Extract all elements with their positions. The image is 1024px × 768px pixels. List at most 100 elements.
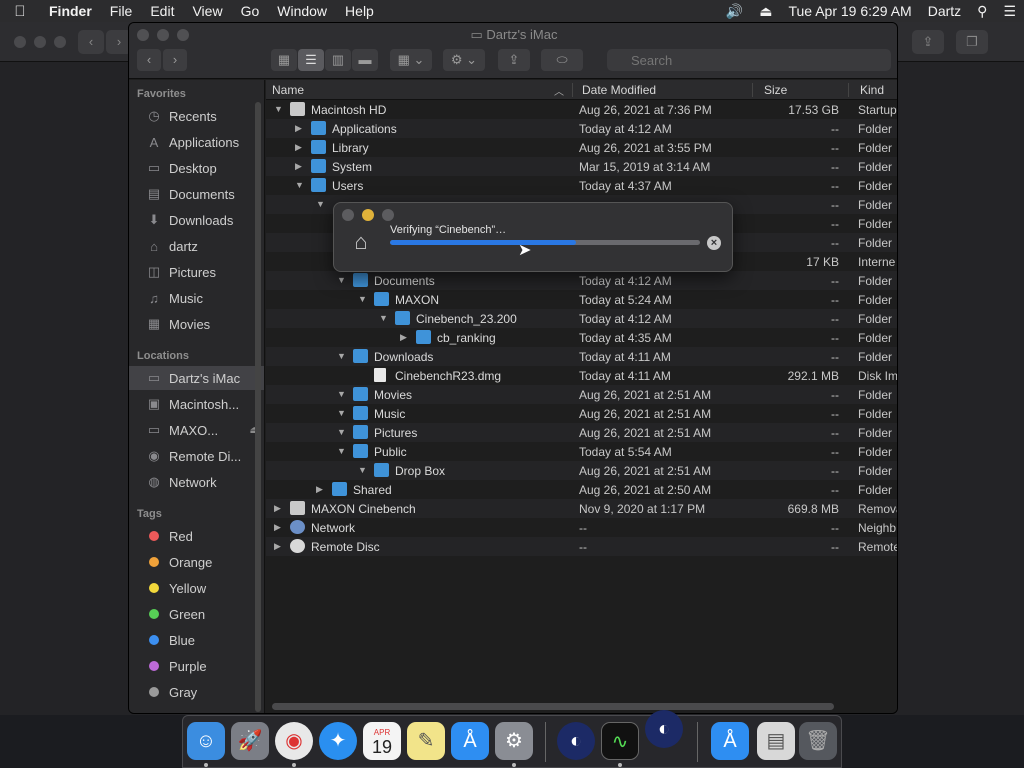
table-row[interactable]: ▼ Cinebench_23.200 Today at 4:12 AM -- Folde… [266,309,897,328]
sidebar-item-desktop[interactable]: ▭ Desktop [129,156,264,180]
disclosure-open-icon[interactable]: ▼ [337,275,346,285]
back-button[interactable]: ‹ [137,49,161,71]
table-row[interactable]: ▼ MAXON Today at 5:24 AM -- Folder [266,290,897,309]
tags-button[interactable]: ⬭ [541,49,583,71]
table-row[interactable]: ▼ Movies Aug 26, 2021 at 2:51 AM -- Folder [266,385,897,404]
sort-chevron-icon[interactable]: ︿ [554,83,564,98]
safari-dock-icon[interactable]: ✦ [319,722,357,760]
disclosure-open-icon[interactable]: ▼ [274,104,283,114]
dialog-zoom-button[interactable] [382,209,394,221]
disclosure-closed-icon[interactable]: ▶ [274,503,281,514]
sidebar-tag-purple[interactable]: Purple [129,654,264,678]
horizontal-scrollbar[interactable] [272,703,834,710]
sidebar-item-remote-disc[interactable]: ◉ Remote Di... [129,444,264,468]
disclosure-open-icon[interactable]: ▼ [337,408,346,418]
table-row[interactable]: ▼ Public Today at 5:54 AM -- Folder [266,442,897,461]
sidebar-tag-yellow[interactable]: Yellow [129,576,264,600]
column-size-header[interactable]: Size [764,83,787,97]
table-row[interactable]: ▶ System Mar 15, 2019 at 3:14 AM -- Folder [266,157,897,176]
sidebar-tag-red[interactable]: Red [129,524,264,548]
table-row[interactable]: ▼ Downloads Today at 4:11 AM -- Folder [266,347,897,366]
action-button[interactable]: ⚙ ⌄ [443,49,485,71]
document-dock-icon[interactable]: ▤ [757,722,795,760]
disclosure-closed-icon[interactable]: ▶ [295,142,302,153]
sidebar-item-documents[interactable]: ▤ Documents [129,182,264,206]
table-row[interactable]: ▶ MAXON Cinebench Nov 9, 2020 at 1:17 PM 66… [266,499,897,518]
stop-verification-icon[interactable]: × [707,236,721,250]
sidebar-item-music[interactable]: ♫ Music [129,286,264,310]
sidebar-item-home[interactable]: ⌂ dartz [129,234,264,258]
menu-window[interactable]: Window [268,3,336,19]
sidebar-item-network[interactable]: ◍ Network [129,470,264,494]
menu-finder[interactable]: Finder [40,3,101,19]
disclosure-open-icon[interactable]: ▼ [358,294,367,304]
bg-zoom-button[interactable] [54,36,66,48]
bg-back-button[interactable]: ‹ [78,30,104,54]
chrome-dock-icon[interactable]: ◉ [275,722,313,760]
group-button[interactable]: ▦ ⌄ [390,49,432,71]
disclosure-open-icon[interactable]: ▼ [337,446,346,456]
disclosure-open-icon[interactable]: ▼ [316,199,325,209]
sidebar-item-applications[interactable]: A Applications [129,130,264,154]
table-row[interactable]: ▶ cb_ranking Today at 4:35 AM -- Folder [266,328,897,347]
trash-dock-icon[interactable]: 🗑 [799,722,837,760]
table-row[interactable]: ▼ Users Today at 4:37 AM -- Folder [266,176,897,195]
table-row[interactable]: CinebenchR23.dmg Today at 4:11 AM 292.1 MB… [266,366,897,385]
disclosure-open-icon[interactable]: ▼ [358,465,367,475]
bg-close-button[interactable] [14,36,26,48]
cinebench-launching-dock-icon[interactable]: ◐ [645,710,683,748]
system-preferences-dock-icon[interactable]: ⚙ [495,722,533,760]
sidebar-tag-gray[interactable]: Gray [129,680,264,704]
calendar-dock-icon[interactable]: APR 19 [363,722,401,760]
volume-icon[interactable]: 🔊 [718,3,751,20]
disclosure-closed-icon[interactable]: ▶ [295,161,302,172]
dialog-close-button[interactable] [342,209,354,221]
notes-dock-icon[interactable]: ✎ [407,722,445,760]
menu-file[interactable]: File [101,3,142,19]
menu-edit[interactable]: Edit [141,3,183,19]
sidebar-item-pictures[interactable]: ◫ Pictures [129,260,264,284]
table-row[interactable]: ▶ Remote Disc -- -- Remote [266,537,897,556]
bg-tabs-button[interactable]: ❐ [956,30,988,54]
cinebench-dock-icon[interactable]: ◐ [557,722,595,760]
disclosure-closed-icon[interactable]: ▶ [274,541,281,552]
sidebar-tag-orange[interactable]: Orange [129,550,264,574]
user-menu[interactable]: Dartz [920,3,969,19]
disclosure-open-icon[interactable]: ▼ [337,389,346,399]
disclosure-closed-icon[interactable]: ▶ [295,123,302,134]
apple-menu-icon[interactable]:  [0,3,40,20]
disclosure-open-icon[interactable]: ▼ [337,351,346,361]
menu-view[interactable]: View [183,3,231,19]
column-view-button[interactable]: ▥ [325,49,351,71]
column-date-header[interactable]: Date Modified [582,83,656,97]
table-row[interactable]: ▼ Macintosh HD Aug 26, 2021 at 7:36 PM 17.5… [266,100,897,119]
table-row[interactable]: ▼ Music Aug 26, 2021 at 2:51 AM -- Folder [266,404,897,423]
forward-button[interactable]: › [163,49,187,71]
sidebar-item-imac[interactable]: ▭ Dartz's iMac [129,366,264,390]
table-row[interactable]: ▶ Library Aug 26, 2021 at 3:55 PM -- Folder [266,138,897,157]
sidebar-item-maxon-volume[interactable]: ▭MAXO...⏏ [129,418,264,442]
bg-minimize-button[interactable] [34,36,46,48]
dialog-minimize-button[interactable] [362,209,374,221]
disclosure-open-icon[interactable]: ▼ [337,427,346,437]
table-row[interactable]: ▶ Network -- -- Neighb [266,518,897,537]
disclosure-closed-icon[interactable]: ▶ [316,484,323,495]
spotlight-icon[interactable]: ⚲ [969,3,995,20]
table-row[interactable]: ▼ Pictures Aug 26, 2021 at 2:51 AM -- Folder [266,423,897,442]
column-divider[interactable] [848,83,849,97]
column-divider[interactable] [752,83,753,97]
menu-go[interactable]: Go [232,3,269,19]
disclosure-closed-icon[interactable]: ▶ [274,522,281,533]
finder-dock-icon[interactable]: ☺ [187,722,225,760]
table-row[interactable]: ▼ Drop Box Aug 26, 2021 at 2:51 AM -- Folder [266,461,897,480]
table-row[interactable]: ▶ Shared Aug 26, 2021 at 2:50 AM -- Folder [266,480,897,499]
icon-view-button[interactable]: ▦ [271,49,297,71]
sidebar-item-movies[interactable]: ▦ Movies [129,312,264,336]
sidebar-item-downloads[interactable]: ⬇ Downloads [129,208,264,232]
activity-monitor-dock-icon[interactable]: ∿ [601,722,639,760]
menu-help[interactable]: Help [336,3,383,19]
app-store-downloads-dock-icon[interactable]: Å [711,722,749,760]
app-store-dock-icon[interactable]: Å [451,722,489,760]
search-input[interactable] [607,49,891,71]
bg-share-button[interactable]: ⇪ [912,30,944,54]
